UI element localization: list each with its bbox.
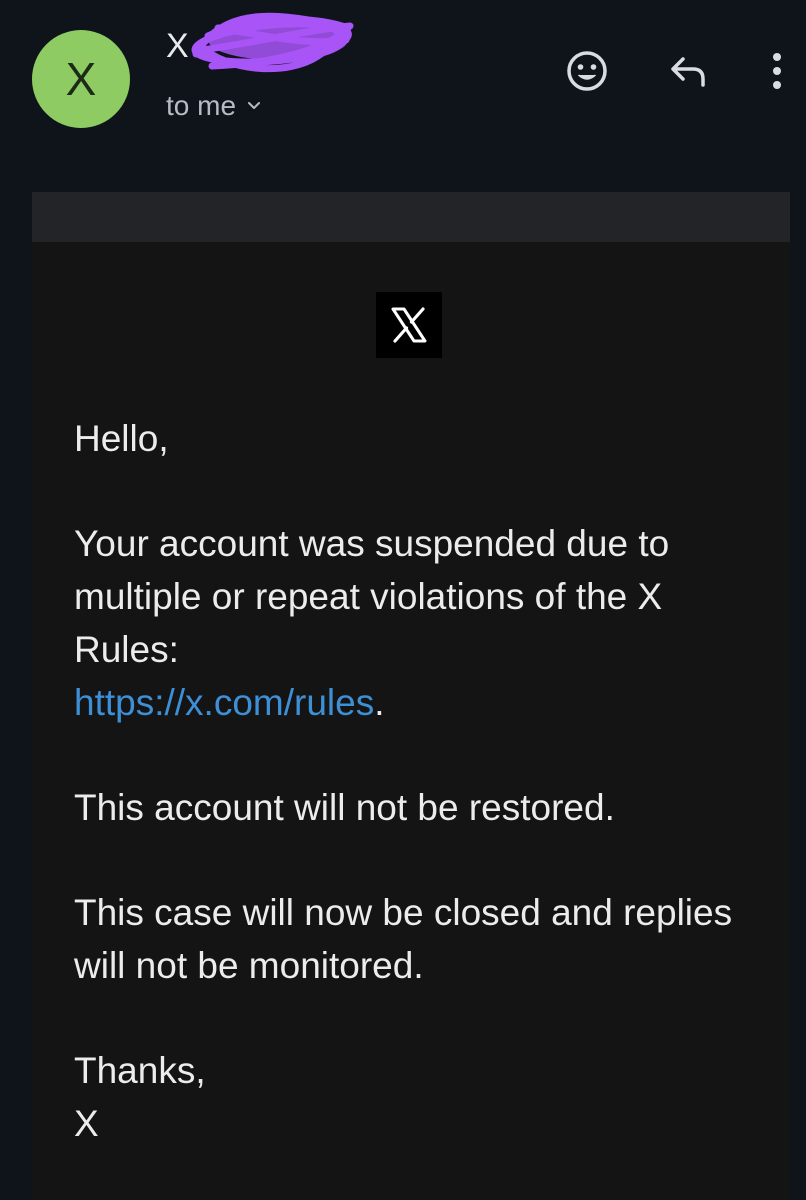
- reply-icon: [671, 57, 705, 87]
- email-message: Hello, Your account was suspended due to…: [74, 412, 764, 1200]
- signature: X: [74, 1103, 99, 1144]
- signoff-text: Thanks,: [74, 1050, 206, 1091]
- x-logo: [376, 292, 442, 358]
- email-body: Hello, Your account was suspended due to…: [32, 242, 790, 1200]
- avatar-letter: X: [65, 53, 97, 105]
- smiley-icon: [567, 51, 607, 91]
- suspension-text: Your account was suspended due to multip…: [74, 523, 670, 670]
- rules-link[interactable]: https://x.com/rules: [74, 682, 374, 723]
- recipient-label: to me: [166, 90, 237, 121]
- x-logo-icon: [391, 307, 427, 343]
- case-closed-paragraph: This case will now be closed and replies…: [74, 892, 733, 986]
- email-header-strip: [32, 192, 790, 242]
- email-view: X X to me Hello, Your account was suspen…: [0, 0, 806, 1200]
- more-vert-icon: [773, 53, 781, 89]
- sender-name[interactable]: X: [166, 26, 189, 66]
- reply-button[interactable]: [666, 48, 712, 94]
- greeting: Hello,: [74, 418, 169, 459]
- recipient-dropdown[interactable]: to me: [166, 90, 262, 122]
- suspension-paragraph: Your account was suspended due to multip…: [74, 517, 764, 729]
- restore-paragraph: This account will not be restored.: [74, 787, 615, 828]
- link-period: .: [374, 682, 385, 723]
- more-options-button[interactable]: [754, 48, 800, 94]
- chevron-down-icon: [248, 102, 261, 109]
- sender-avatar[interactable]: X: [32, 30, 130, 128]
- add-reaction-button[interactable]: [564, 48, 610, 94]
- signoff: Thanks, X: [74, 1044, 764, 1150]
- redaction-scribble: [191, 12, 354, 73]
